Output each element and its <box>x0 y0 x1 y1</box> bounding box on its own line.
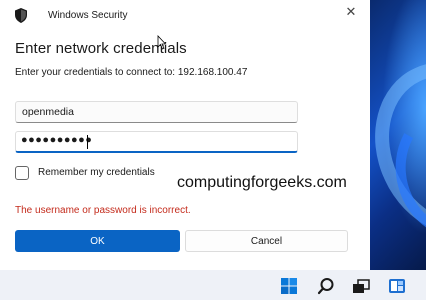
task-view-icon[interactable] <box>352 277 370 295</box>
remember-credentials-checkbox[interactable] <box>15 166 29 180</box>
taskbar <box>0 270 426 300</box>
mouse-pointer-icon <box>157 35 167 50</box>
desktop-wallpaper <box>370 0 426 270</box>
close-button[interactable]: ✕ <box>340 3 362 21</box>
text-caret <box>87 135 88 149</box>
title-bar: Windows Security ✕ <box>0 0 370 30</box>
shield-icon <box>15 8 27 23</box>
remember-credentials-label[interactable]: Remember my credentials <box>38 167 155 178</box>
error-message: The username or password is incorrect. <box>15 205 191 216</box>
password-mask: ●●●●●●●●●● <box>21 134 93 146</box>
start-icon[interactable] <box>280 277 298 295</box>
credentials-dialog: Windows Security ✕ Enter network credent… <box>0 0 370 270</box>
window-title: Windows Security <box>48 10 128 21</box>
username-field[interactable] <box>15 101 298 123</box>
cancel-button[interactable]: Cancel <box>185 230 348 252</box>
connect-target-text: Enter your credentials to connect to: 19… <box>15 67 248 78</box>
watermark-text: computingforgeeks.com <box>177 174 347 191</box>
widgets-icon[interactable] <box>388 277 406 295</box>
search-icon[interactable] <box>317 277 335 295</box>
ok-button[interactable]: OK <box>15 230 180 252</box>
